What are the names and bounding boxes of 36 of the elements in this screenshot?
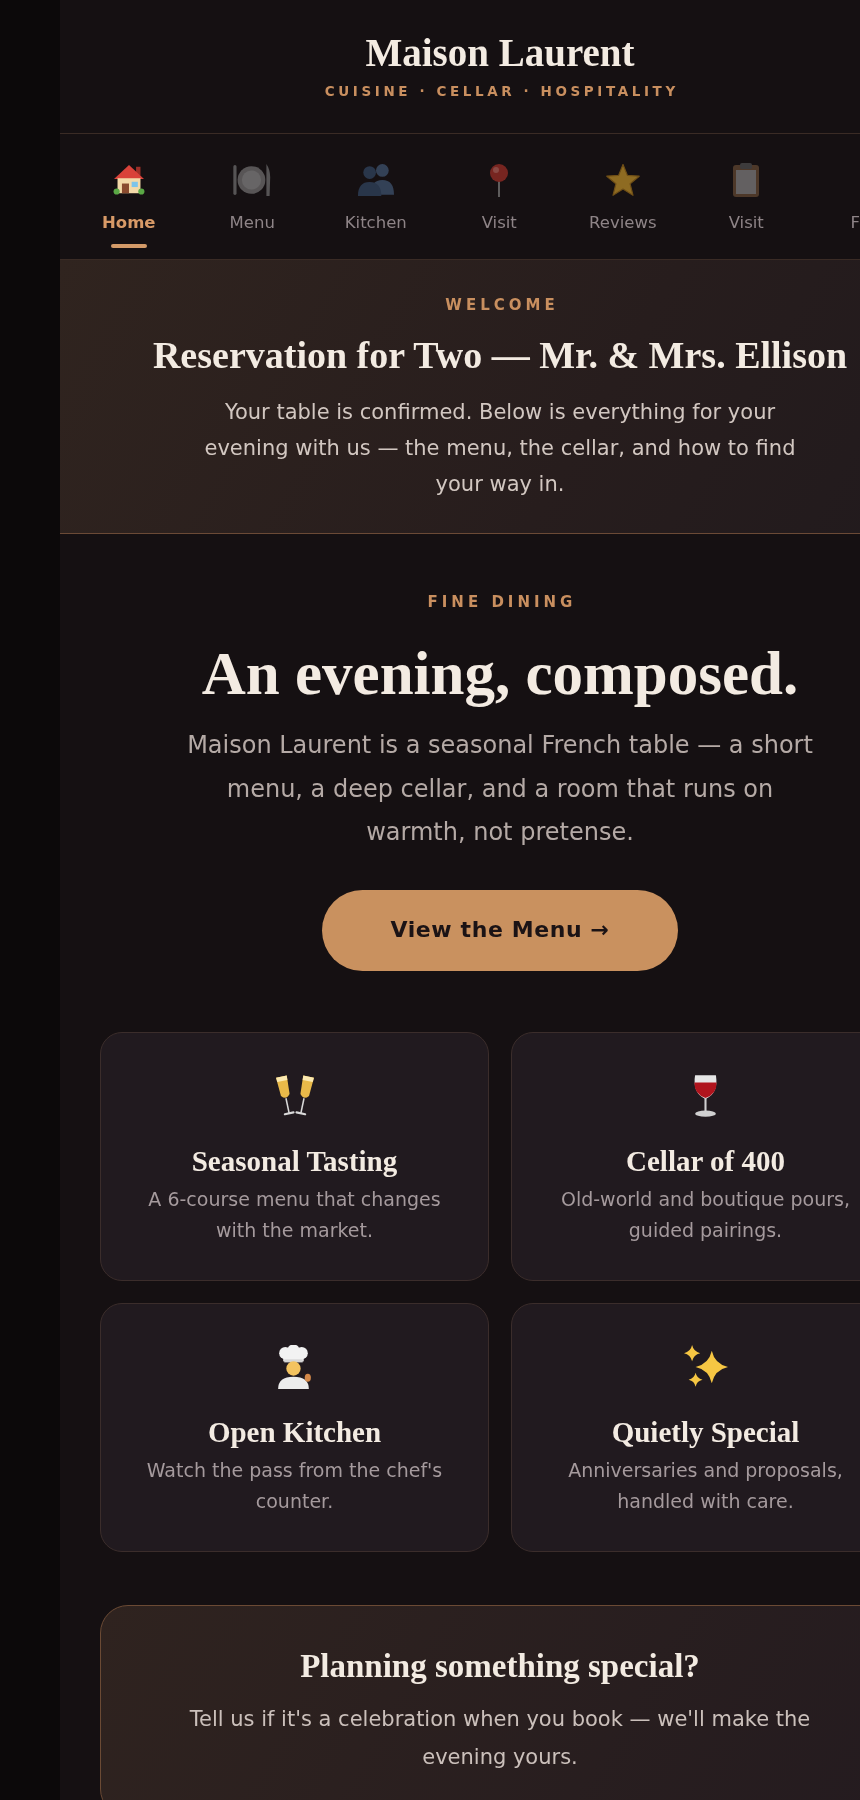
feature-text: A 6-course menu that changes with the market. (147, 1186, 442, 1243)
nav-tab[interactable]: Visit (437, 134, 561, 259)
pin-icon (490, 163, 509, 197)
tagline: CUISINE · CELLAR · HOSPITALITY (323, 82, 679, 100)
restaurant-name: Maison Laurent (365, 31, 635, 75)
people-icon (357, 164, 394, 196)
champagne-glasses-icon (273, 1073, 316, 1118)
feature-title: Cellar of 400 (626, 1143, 785, 1179)
section-label: FINE DINING (426, 593, 577, 611)
chef-icon (277, 1344, 312, 1389)
cta-title: Planning something special? (300, 1646, 700, 1685)
wine-glass-icon (692, 1073, 719, 1118)
clipboard-icon (733, 163, 760, 197)
hero-title: An evening, composed. (201, 639, 799, 709)
nav-tab[interactable]: Kitchen (314, 134, 438, 259)
feature-title: Seasonal Tasting (191, 1143, 398, 1179)
nav-tab[interactable]: Reviews (561, 134, 685, 259)
reservation-title: Reservation for Two — Mr. & Mrs. Ellison (152, 333, 848, 378)
cta-text: Tell us if it's a celebration when you book — we'll make the evening yours. (188, 1705, 812, 1771)
view-menu-button[interactable]: View the Menu → (322, 889, 678, 971)
hero-text: Maison Laurent is a seasonal French table — a short menu, a deep cellar, and a room that runs on warmth, not pretense. (186, 730, 814, 848)
welcome-text: Your table is confirmed. Below is everything for your evening with us — the menu, the cellar, and how to find your way in. (203, 399, 797, 498)
nav-tab[interactable]: Home (67, 134, 191, 259)
feature-title: Open Kitchen (207, 1414, 382, 1450)
plate-cutlery-icon (233, 164, 272, 196)
feature-title: Quietly Special (611, 1414, 800, 1450)
nav-tab[interactable]: Menu (190, 134, 314, 259)
feature-text: Old-world and boutique pours, guided pairings. (559, 1186, 852, 1243)
feature-text: Anniversaries and proposals, handled with care. (567, 1457, 844, 1514)
section-label: WELCOME (444, 296, 559, 314)
star-icon (605, 164, 640, 196)
feature-text: Watch the pass from the chef's counter. (145, 1457, 444, 1514)
nav-tab[interactable]: Visit (684, 134, 808, 259)
sparkles-icon (683, 1345, 728, 1388)
nav-tab[interactable]: F (808, 134, 860, 259)
house-icon (112, 165, 145, 195)
